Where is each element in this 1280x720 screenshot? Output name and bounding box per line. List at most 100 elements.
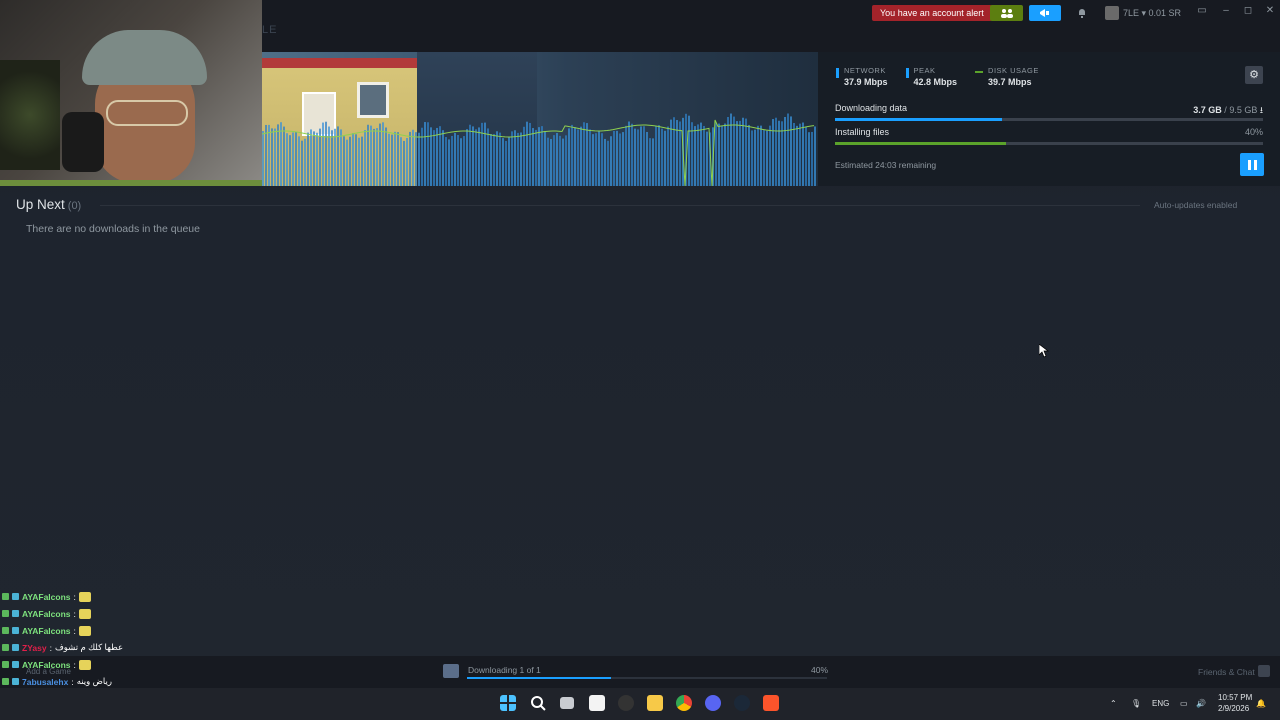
graph-bar [481, 122, 483, 186]
graph-bar [736, 121, 738, 186]
chat-badge-icon [12, 678, 19, 685]
graph-bar [658, 125, 660, 186]
obs-icon[interactable] [618, 695, 634, 711]
graph-bar [334, 128, 336, 186]
graph-bar [538, 127, 540, 186]
graph-bar [493, 133, 495, 186]
graph-bar [790, 116, 792, 186]
chat-text: عطها كلك م تشوف [54, 642, 124, 652]
clock-date: 2/9/2026 [1218, 704, 1250, 713]
close-icon[interactable]: ✕ [1263, 5, 1277, 17]
friends-chat-button[interactable]: Friends & Chat [1198, 667, 1255, 677]
chrome-icon[interactable] [676, 695, 692, 711]
gear-icon[interactable]: ⚙ [1245, 66, 1263, 84]
graph-bar [595, 133, 597, 186]
graph-bar [532, 128, 534, 186]
brave-icon[interactable] [763, 695, 779, 711]
graph-bar [667, 126, 669, 186]
chat-badge-icon [2, 644, 9, 651]
folder-icon[interactable] [647, 695, 663, 711]
volume-icon[interactable]: 🔊 [1196, 699, 1206, 708]
graph-bar [274, 128, 276, 186]
graph-bar [514, 130, 516, 186]
status-progress-fill [467, 677, 611, 679]
chat-separator: : [73, 608, 76, 619]
graph-bar [811, 131, 813, 186]
graph-bar [745, 118, 747, 186]
download-status-percent: 40% [811, 665, 829, 675]
language-indicator[interactable]: ENG [1152, 699, 1169, 708]
task-view-icon[interactable] [560, 697, 574, 709]
graph-bar [388, 133, 390, 186]
graph-bar [769, 125, 771, 186]
windows-start-icon[interactable] [500, 695, 516, 711]
graph-bar [280, 122, 282, 186]
graph-bar [616, 130, 618, 186]
bell-icon [1079, 9, 1085, 18]
nav-label[interactable]: LE [262, 24, 277, 36]
graph-bar [742, 117, 744, 186]
clock[interactable]: 10:57 PM 2/9/2026 [1218, 692, 1252, 714]
download-status-icon[interactable] [443, 664, 459, 678]
network-icon[interactable]: ▭ [1180, 699, 1188, 708]
friends-button[interactable] [990, 5, 1023, 21]
chat-message: AYAFalcons : [2, 656, 262, 673]
minimize-icon[interactable]: – [1219, 5, 1233, 17]
graph-bar [574, 127, 576, 186]
graph-bar [721, 125, 723, 186]
microphone-icon[interactable]: 🎙 [1131, 699, 1141, 708]
webcam-glasses [106, 100, 188, 126]
graph-bar [559, 135, 561, 186]
chevron-up-icon[interactable]: ⌃ [1110, 699, 1117, 708]
graph-bar [322, 122, 324, 186]
stat-value: 39.7 Mbps [988, 77, 1032, 87]
graph-bar [427, 122, 429, 186]
steam-icon[interactable] [734, 695, 750, 711]
graph-bar [346, 139, 348, 186]
graph-bar [400, 137, 402, 186]
graph-bar [487, 128, 489, 186]
search-icon[interactable] [530, 695, 546, 711]
graph-bar [703, 125, 705, 186]
pause-button[interactable] [1240, 153, 1264, 176]
big-picture-icon[interactable]: ▭ [1195, 5, 1209, 17]
stat-peak: PEAK 42.8 Mbps [905, 66, 958, 87]
notifications-button[interactable] [1070, 5, 1094, 21]
profile-menu[interactable]: 7LE ▾ 0.01 SR [1105, 5, 1181, 21]
graph-bar [325, 121, 327, 186]
graph-bar [451, 135, 453, 186]
steam-downloads-window: LE You have an account alert 7LE ▾ 0.01 … [0, 0, 1280, 720]
graph-bar [643, 126, 645, 186]
graph-bar [397, 132, 399, 186]
installing-row: Installing files 40% [835, 127, 1263, 145]
maximize-icon[interactable]: ◻ [1241, 5, 1255, 17]
graph-bar [445, 137, 447, 186]
store-icon[interactable] [589, 695, 605, 711]
graph-bar [496, 131, 498, 186]
account-alert-button[interactable]: You have an account alert [872, 5, 992, 21]
download-size: 3.7 GB / 9.5 GB ⭳ [1193, 103, 1263, 119]
graph-bar [352, 133, 354, 186]
chat-emote-icon [78, 591, 91, 602]
download-status-text[interactable]: Downloading 1 of 1 [468, 665, 541, 675]
graph-bar [343, 136, 345, 186]
download-progress-track [835, 118, 1263, 121]
auto-updates-status[interactable]: Auto-updates enabled [1154, 200, 1237, 210]
discord-icon[interactable] [705, 695, 721, 711]
up-next-heading: Up Next (0) [16, 197, 81, 212]
graph-bar [520, 132, 522, 186]
graph-bar [610, 136, 612, 186]
stat-value: 42.8 Mbps [913, 77, 958, 87]
webcam-overlay [0, 0, 262, 186]
avatar [1105, 6, 1119, 20]
graph-bar [304, 138, 306, 186]
notification-center-icon[interactable]: 🔔 [1256, 699, 1266, 708]
chat-icon[interactable] [1258, 665, 1270, 677]
graph-bar [607, 140, 609, 186]
graph-bar [793, 122, 795, 186]
graph-bar [508, 137, 510, 186]
graph-bar [661, 128, 663, 186]
pause-icon-bar [1253, 159, 1257, 170]
announcements-button[interactable] [1029, 5, 1061, 21]
graph-bar [706, 131, 708, 186]
